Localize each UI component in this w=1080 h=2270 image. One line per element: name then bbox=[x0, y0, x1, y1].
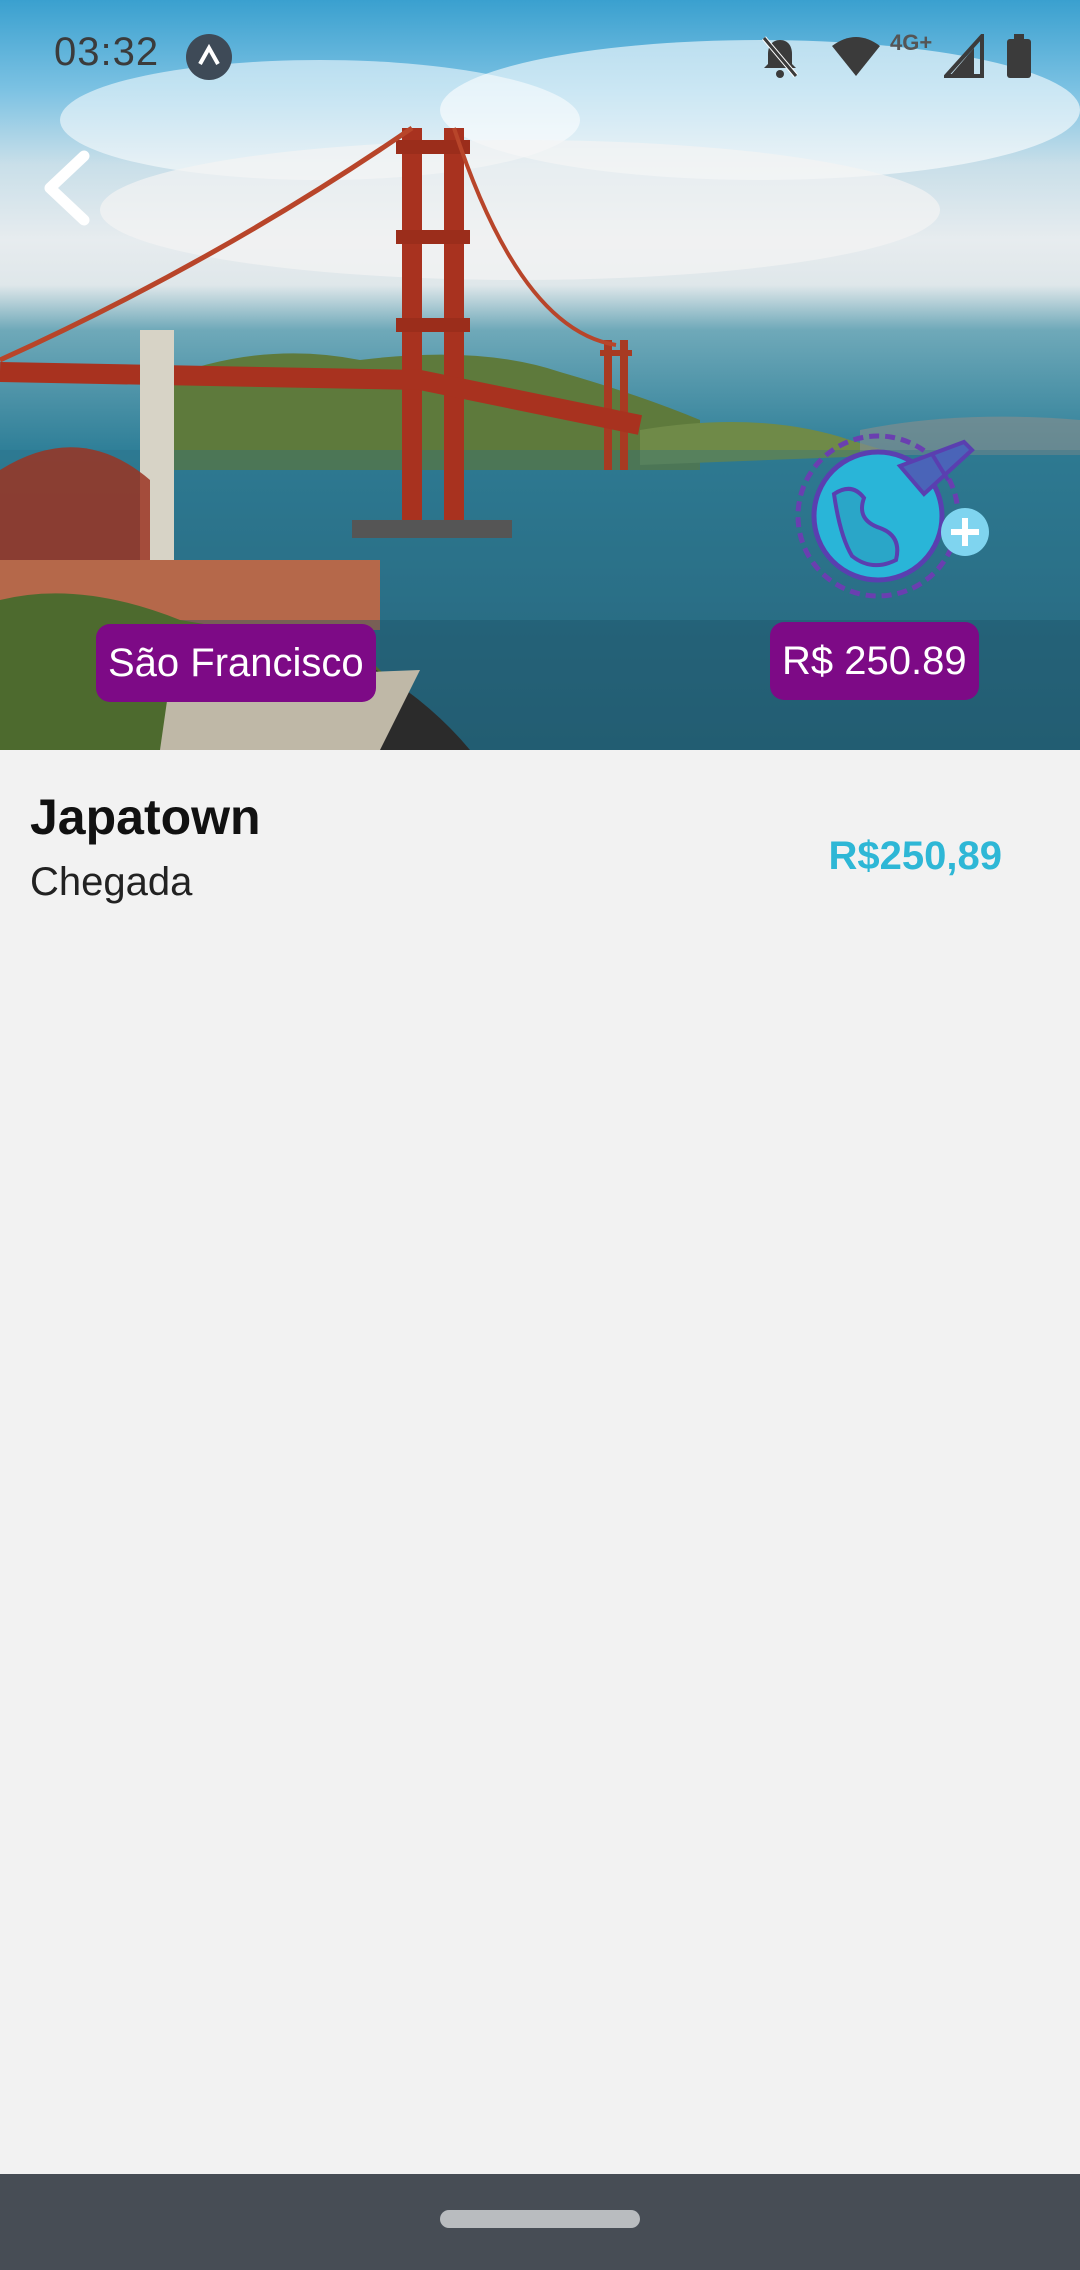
wifi-icon bbox=[832, 37, 880, 76]
navigation-bar bbox=[0, 2174, 1080, 2270]
hero-image: 03:32 4G+ São Francisco R$ 250.89 bbox=[0, 0, 1080, 750]
signal-icon bbox=[944, 34, 984, 78]
destination-subtitle: Chegada bbox=[30, 860, 193, 904]
destination-title: Japatown bbox=[30, 789, 261, 845]
status-bar: 03:32 4G+ bbox=[0, 0, 1080, 112]
status-time: 03:32 bbox=[54, 30, 160, 74]
home-gesture-handle[interactable] bbox=[440, 2210, 640, 2228]
back-arrow-icon[interactable] bbox=[36, 148, 100, 228]
price-badge: R$ 250.89 bbox=[770, 622, 979, 700]
destination-price: R$250,89 bbox=[828, 834, 1002, 878]
city-badge: São Francisco bbox=[96, 624, 376, 702]
app-a-icon bbox=[186, 34, 232, 80]
travel-globe-logo-icon bbox=[795, 433, 989, 599]
battery-icon bbox=[1007, 34, 1031, 78]
network-type: 4G+ bbox=[890, 30, 933, 55]
bell-off-icon bbox=[762, 36, 798, 78]
